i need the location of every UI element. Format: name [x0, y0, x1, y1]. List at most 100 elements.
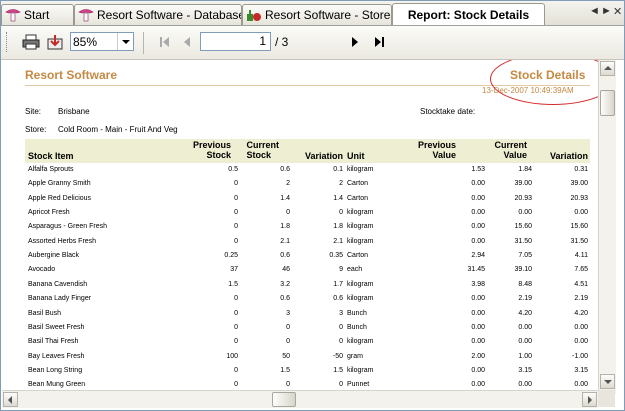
scroll-up-icon[interactable]: [600, 61, 615, 76]
cell-variation: 0.1: [333, 166, 343, 173]
report-window: Start Resort Software - Database Resort …: [0, 0, 625, 411]
cell-stock-item: Apple Red Delicious: [28, 194, 92, 202]
cell-current-value: 39.10: [514, 266, 532, 274]
cell-previous-value: 31.45: [467, 266, 485, 274]
cell-current-stock: 2.1: [280, 237, 290, 245]
cell-current-stock: 0: [286, 209, 290, 217]
cell-stock-item: Banana Cavendish: [28, 280, 88, 288]
cell-current-stock: 1.4: [280, 194, 290, 202]
table-row: Assorted Herbs Fresh 0 2.1 2.1 kilogram 0.00 3…: [25, 236, 590, 250]
tab-stock-details[interactable]: Report: Stock Details: [392, 3, 545, 25]
cell-stock-item: Apricot Fresh: [28, 209, 70, 217]
col-previous-value: Previous Value: [417, 140, 456, 160]
col-current-value: Current Value: [494, 140, 527, 160]
export-icon[interactable]: [46, 33, 64, 51]
company-name: Resort Software: [25, 68, 118, 82]
scroll-right-icon[interactable]: [582, 392, 597, 407]
cell-variation-value: 0.00: [574, 338, 588, 346]
cell-current-stock: 0.6: [280, 252, 290, 260]
cell-previous-stock: 37: [230, 266, 238, 274]
tab-stores[interactable]: Resort Software - Stores: [242, 4, 392, 25]
cell-previous-value: 0.00: [471, 338, 485, 346]
table-row: Aubergine Black 0.25 0.6 0.35 Carton 2.94 7.05…: [25, 250, 590, 264]
tab-start[interactable]: Start: [1, 4, 74, 25]
table-row: Avocado 37 46 9 each 31.45 39.10 7.65: [25, 264, 590, 278]
horizontal-scroll-thumb[interactable]: [272, 392, 296, 407]
tab-scroll-right-icon[interactable]: ►: [601, 5, 612, 17]
tab-label: Start: [24, 8, 50, 22]
last-page-icon[interactable]: [370, 33, 388, 51]
table-row: Bean Mung Green 0 0 0 Punnet 0.00 0.00 0.00: [25, 379, 590, 390]
col-current-stock: Current Stock: [246, 140, 279, 160]
zoom-select[interactable]: 85%: [70, 32, 134, 51]
next-page-icon[interactable]: [346, 33, 364, 51]
vertical-scrollbar[interactable]: [598, 60, 616, 394]
col-unit: Unit: [347, 151, 365, 161]
cell-previous-value: 0.00: [471, 223, 485, 231]
cell-previous-stock: 0: [234, 338, 238, 346]
cell-variation-value: 4.51: [574, 280, 588, 288]
scroll-down-icon[interactable]: [600, 374, 615, 389]
toolbar-grip[interactable]: [6, 32, 10, 52]
cell-stock-item: Basil Thai Fresh: [28, 338, 79, 346]
cell-variation-value: 4.20: [574, 309, 588, 317]
cell-previous-value: 0.00: [471, 194, 485, 202]
cell-previous-stock: 100: [226, 352, 238, 360]
cell-variation-value: 20.93: [570, 194, 588, 202]
cell-unit: kilogram: [347, 280, 374, 288]
cell-previous-stock: 0: [234, 223, 238, 231]
cell-previous-value: 0.00: [471, 180, 485, 188]
cell-previous-stock: 0: [234, 180, 238, 188]
scroll-left-icon[interactable]: [3, 392, 18, 407]
cell-previous-stock: 0: [234, 295, 238, 303]
cell-previous-stock: 0.5: [228, 166, 238, 173]
cell-previous-value: 1.53: [471, 166, 485, 173]
table-row: Apricot Fresh 0 0 0 kilogram 0.00 0.00 0.00: [25, 207, 590, 221]
cell-variation-value: 4.11: [574, 252, 588, 260]
tab-label: Resort Software - Database: [97, 8, 242, 22]
cell-unit: kilogram: [347, 209, 374, 217]
cell-current-value: 0.00: [518, 381, 532, 389]
cell-unit: Carton: [347, 252, 369, 260]
cell-unit: Bunch: [347, 309, 367, 317]
page-total: / 3: [275, 35, 289, 49]
cell-current-value: 8.48: [518, 280, 532, 288]
cell-current-stock: 50: [282, 352, 290, 360]
store-label: Store:: [25, 125, 47, 134]
cell-previous-value: 0.00: [471, 295, 485, 303]
cell-stock-item: Assorted Herbs Fresh: [28, 237, 97, 245]
cell-variation-value: 0.00: [574, 381, 588, 389]
resort-app-icon: [5, 8, 21, 22]
horizontal-scrollbar[interactable]: [2, 390, 598, 408]
close-icon[interactable]: ✕: [613, 5, 622, 18]
cell-previous-stock: 0: [234, 366, 238, 374]
cell-unit: each: [347, 266, 363, 274]
report-toolbar: 85% 1 / 3: [1, 26, 624, 60]
cell-variation-value: -1.00: [572, 352, 588, 360]
prev-page-icon[interactable]: [178, 33, 196, 51]
tab-scroll-left-icon[interactable]: ◄: [589, 5, 600, 17]
cell-unit: kilogram: [347, 166, 374, 173]
cell-previous-stock: 0: [234, 209, 238, 217]
cell-previous-stock: 0: [234, 237, 238, 245]
vertical-scroll-thumb[interactable]: [600, 90, 615, 116]
cell-previous-value: 0.00: [471, 309, 485, 317]
chevron-down-icon[interactable]: [117, 33, 133, 50]
page-current: 1: [259, 34, 266, 48]
tab-database[interactable]: Resort Software - Database: [74, 4, 242, 25]
first-page-icon[interactable]: [156, 33, 174, 51]
cell-variation-value: 15.60: [570, 223, 588, 231]
cell-previous-stock: 1.5: [228, 280, 238, 288]
cell-previous-value: 0.00: [471, 381, 485, 389]
cell-current-value: 39.00: [514, 180, 532, 188]
cell-variation-value: 0.00: [574, 209, 588, 217]
print-icon[interactable]: [22, 33, 40, 51]
page-number-input[interactable]: 1: [200, 32, 271, 51]
cell-variation-value: 2.19: [574, 295, 588, 303]
cell-previous-stock: 0.25: [224, 252, 238, 260]
cell-current-value: 1.84: [518, 166, 532, 173]
col-stock-item: Stock Item: [28, 151, 74, 161]
tab-strip: Start Resort Software - Database Resort …: [1, 1, 624, 26]
cell-stock-item: Basil Sweet Fresh: [28, 323, 85, 331]
cell-current-stock: 3: [286, 309, 290, 317]
